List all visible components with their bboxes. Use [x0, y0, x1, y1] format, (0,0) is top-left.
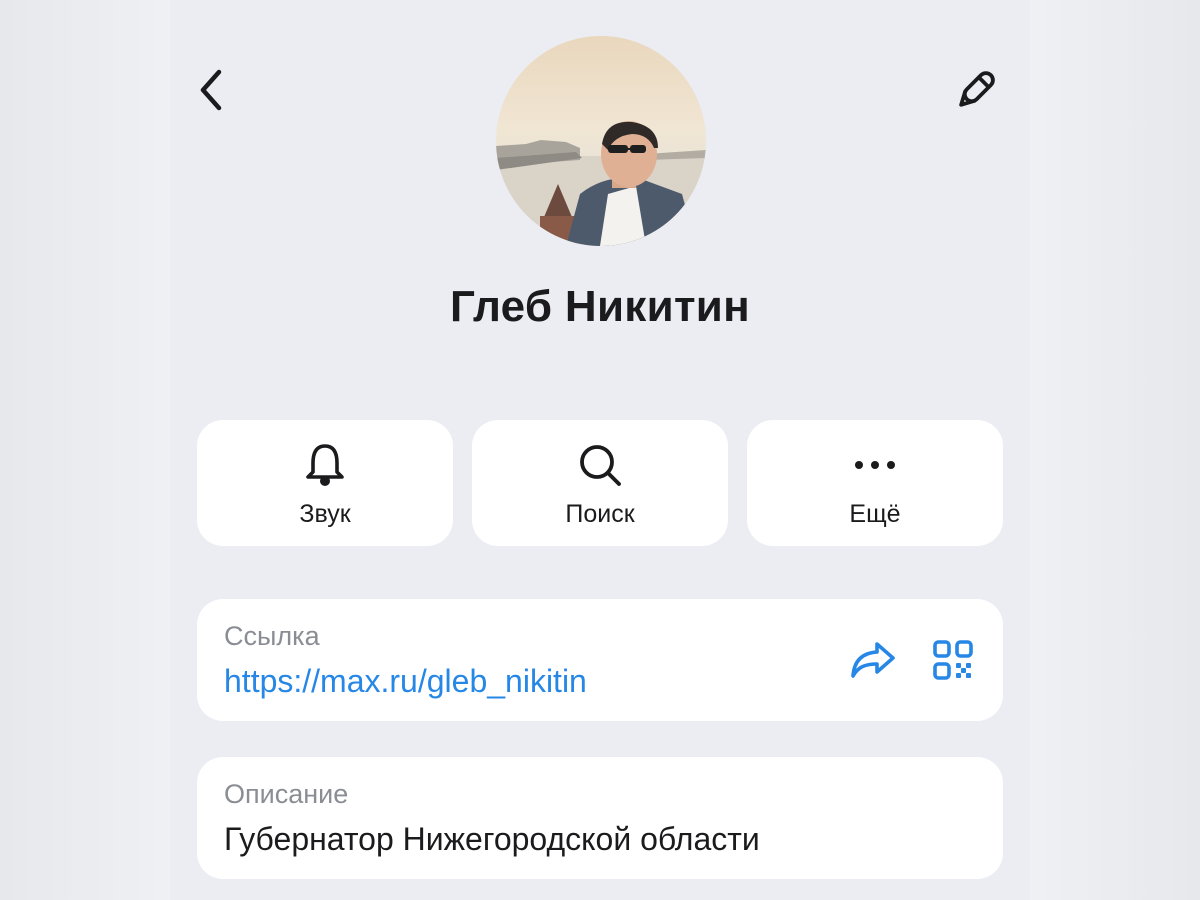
pencil-icon	[959, 71, 995, 107]
share-button[interactable]	[845, 635, 901, 685]
avatar[interactable]	[496, 36, 706, 246]
qr-code-icon	[933, 640, 973, 680]
description-text: Губернатор Нижегородской области	[224, 821, 760, 857]
qr-code-button[interactable]	[925, 635, 981, 685]
link-card: Ссылка https://max.ru/gleb_nikitin	[197, 599, 1003, 721]
profile-name: Глеб Никитин	[449, 282, 751, 331]
description-card: Описание Губернатор Нижегородской област…	[197, 757, 1003, 879]
more-button[interactable]: Ещё	[747, 420, 1003, 546]
profile-link[interactable]: https://max.ru/gleb_nikitin	[224, 663, 587, 700]
sound-button-label: Звук	[299, 500, 351, 528]
search-icon	[580, 445, 621, 486]
back-button[interactable]	[184, 62, 240, 118]
description-caption: Описание	[224, 779, 349, 809]
edit-button[interactable]	[948, 62, 1004, 118]
profile-screen: Глеб Никитин Звук Поиск Ещё Ссылка https…	[170, 0, 1030, 900]
avatar-photo	[496, 36, 706, 246]
share-arrow-icon	[851, 642, 895, 678]
search-button-label: Поиск	[565, 500, 635, 528]
chevron-left-icon	[200, 69, 222, 111]
bell-icon	[306, 444, 344, 486]
more-button-label: Ещё	[849, 500, 901, 528]
more-dots-icon	[855, 461, 895, 469]
search-button[interactable]: Поиск	[472, 420, 728, 546]
link-caption: Ссылка	[224, 621, 320, 651]
sound-button[interactable]: Звук	[197, 420, 453, 546]
